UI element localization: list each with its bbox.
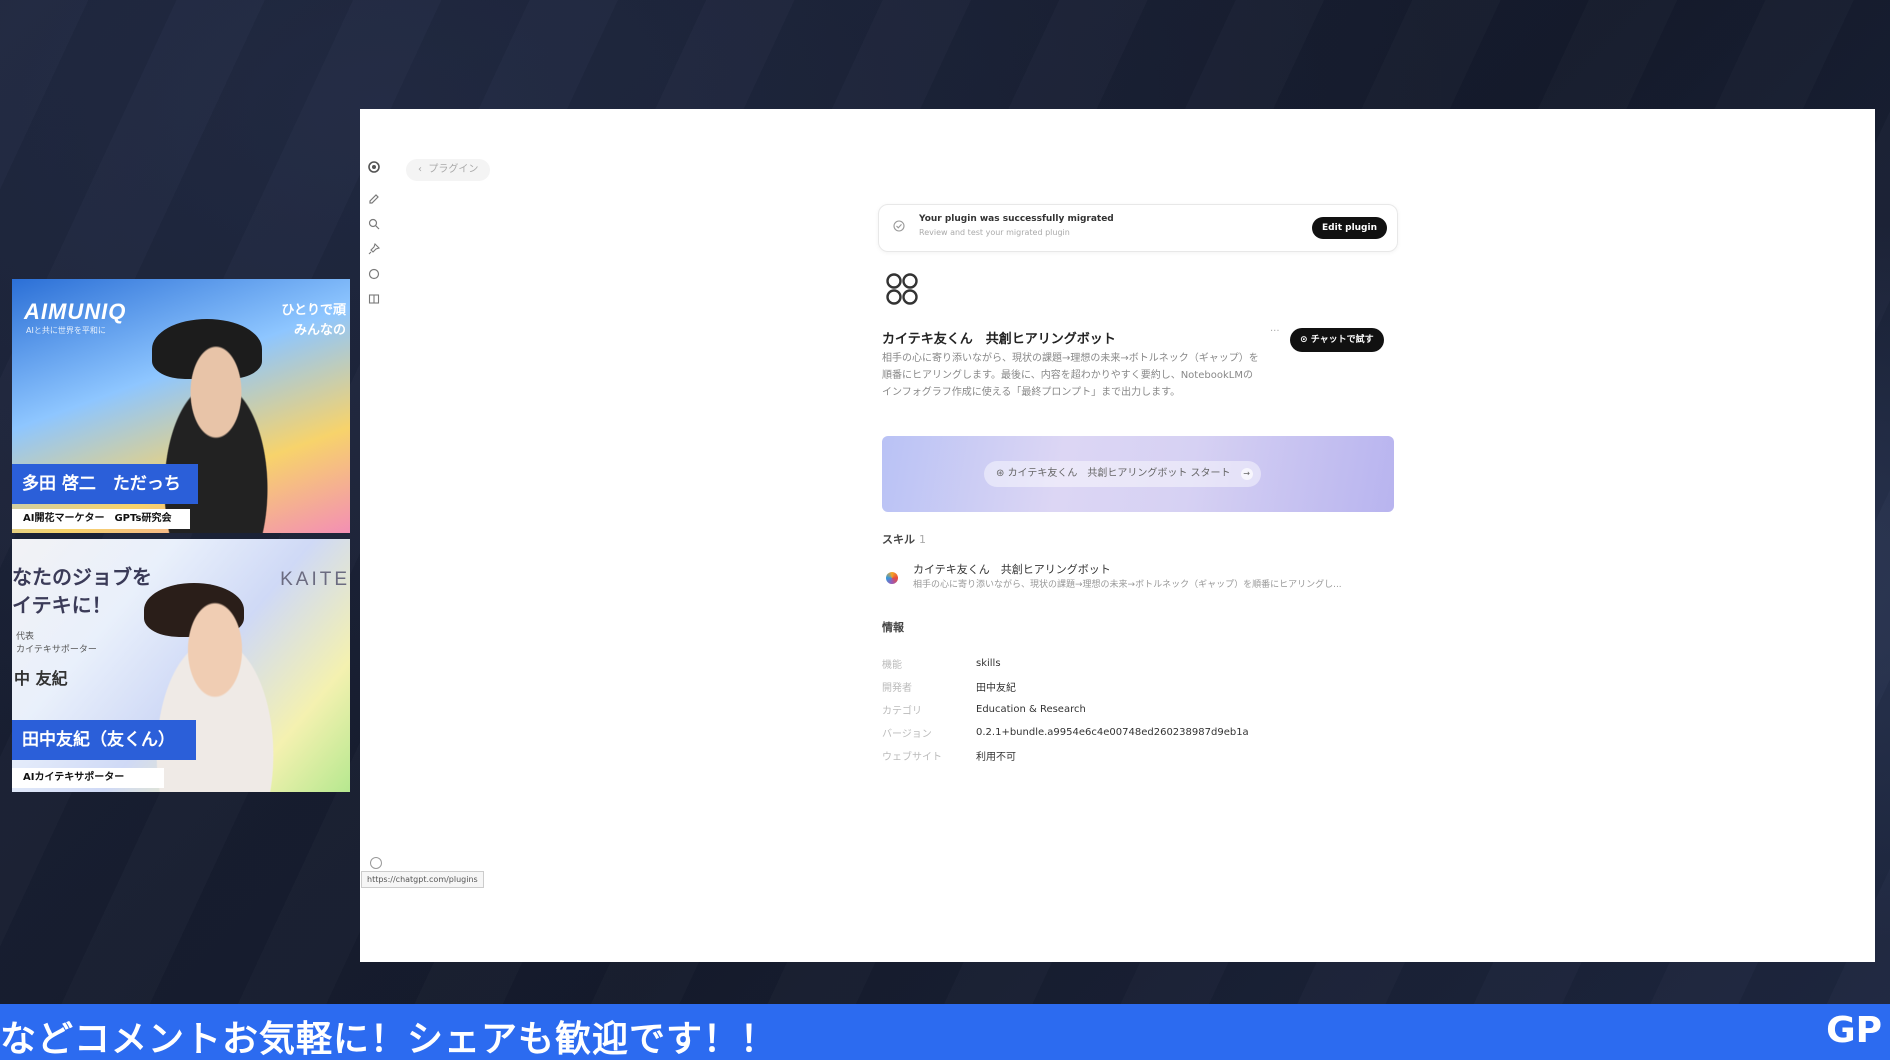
speaker-tile-tada: AIMUNIQ AIと共に世界を平和に ひとりで頑 みんなの 多田 啓二 ただっ… — [12, 279, 350, 533]
speaker-name: 多田 啓二 ただっち — [12, 464, 198, 504]
start-prompt-button[interactable]: ⊛ カイテキ友くん 共創ヒアリングボット スタート → — [984, 461, 1261, 487]
info-row-website: ウェブサイト 利用不可 — [882, 752, 1016, 763]
background-tagline: ひとりで頑 みんなの — [281, 303, 346, 338]
skill-item[interactable]: カイテキ友くん 共創ヒアリングボット 相手の心に寄り添いながら、現状の課題→理想… — [882, 556, 1394, 600]
icon-rail — [368, 161, 382, 318]
library-icon[interactable] — [368, 293, 380, 305]
edit-plugin-button[interactable]: Edit plugin — [1312, 217, 1387, 239]
info-row-feature: 機能 skills — [882, 658, 1001, 671]
info-table: 機能 skills 開発者 田中友紀 カテゴリ Education & Researc… — [882, 652, 1249, 767]
skill-icon — [886, 572, 898, 584]
background-caption: 代表 カイテキサポーター — [16, 632, 97, 655]
speaker-video — [130, 587, 300, 792]
banner-subtitle: Review and test your migrated plugin — [919, 228, 1070, 237]
migration-banner: Your plugin was successfully migrated Re… — [878, 204, 1398, 252]
info-row-version: バージョン 0.2.1+bundle.a9954e6c4e00748ed26023… — [882, 727, 1249, 740]
kaite-logo: KAITE — [280, 569, 350, 590]
plugin-title: カイテキ友くん 共創ヒアリングボット — [882, 332, 1116, 347]
status-url-tooltip: https://chatgpt.com/plugins — [361, 871, 484, 888]
plugin-logo-icon — [886, 273, 918, 305]
aimuniq-subtitle: AIと共に世界を平和に — [26, 326, 106, 335]
comment-ticker: などコメントお気軽に！シェアも歓迎です！！ GP — [0, 1004, 1890, 1060]
try-in-chat-button[interactable]: ⊙ チャットで試す — [1290, 328, 1384, 352]
start-prompt-card: ⊛ カイテキ友くん 共創ヒアリングボット スタート → — [882, 436, 1394, 512]
chat-icon: ⊙ — [1300, 335, 1311, 345]
ticker-message: などコメントお気軽に！シェアも歓迎です！！ — [0, 1019, 778, 1060]
openai-logo-icon[interactable] — [368, 161, 380, 173]
plugin-description: 相手の心に寄り添いながら、現状の課題→理想の未来→ボトルネック（ギャップ）を順番… — [882, 353, 1259, 398]
skills-count: 1 — [919, 533, 926, 546]
more-options-icon[interactable]: ··· — [1270, 326, 1280, 337]
skill-name: カイテキ友くん 共創ヒアリングボット — [913, 563, 1111, 576]
skill-description: 相手の心に寄り添いながら、現状の課題→理想の未来→ボトルネック（ギャップ）を順番… — [913, 580, 1342, 590]
banner-title: Your plugin was successfully migrated — [919, 214, 1114, 224]
back-to-plugins-button[interactable]: ‹ プラグイン — [406, 159, 491, 181]
chat-bubble-icon[interactable] — [368, 268, 380, 280]
info-row-developer: 開発者 田中友紀 — [882, 683, 1016, 694]
check-circle-icon — [893, 220, 905, 232]
shared-screen: ‹ プラグイン Your plugin was successfully mig… — [360, 109, 1875, 962]
new-chat-icon[interactable] — [368, 193, 380, 205]
pin-icon[interactable] — [368, 243, 380, 255]
speaker-role: AIカイテキサポーター — [12, 768, 164, 788]
background-name: 中 友紀 — [14, 669, 68, 688]
search-icon[interactable] — [368, 218, 380, 230]
skills-heading: スキル 1 — [882, 533, 926, 546]
background-headline: なたのジョブを イテキに！ — [12, 565, 152, 617]
speaker-name: 田中友紀（友くん） — [12, 720, 196, 760]
speaker-role: AI開花マーケター GPTs研究会 — [12, 509, 190, 529]
plugin-small-icon: ⊛ — [996, 468, 1008, 479]
arrow-right-icon: → — [1240, 468, 1253, 480]
aimuniq-logo: AIMUNIQ — [24, 299, 127, 324]
info-row-category: カテゴリ Education & Research — [882, 704, 1086, 717]
help-icon[interactable] — [370, 857, 382, 869]
ticker-tail: GP — [1826, 1010, 1882, 1051]
info-heading: 情報 — [882, 621, 904, 634]
plugin-detail: Your plugin was successfully migrated Re… — [878, 204, 1398, 763]
speaker-tile-tanaka: なたのジョブを イテキに！ 代表 カイテキサポーター 中 友紀 KAITE 田中… — [12, 539, 350, 792]
